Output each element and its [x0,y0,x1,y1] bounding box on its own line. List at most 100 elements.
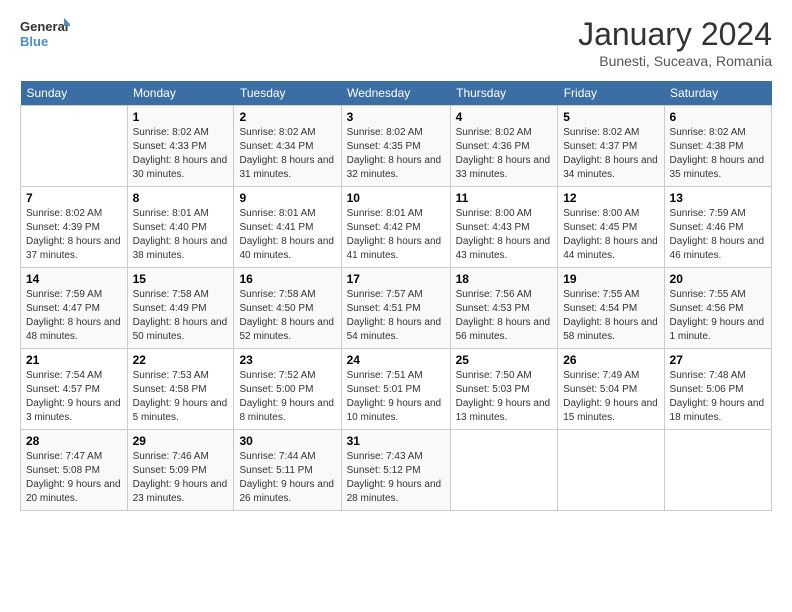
calendar-cell: 3 Sunrise: 8:02 AM Sunset: 4:35 PM Dayli… [341,106,450,187]
calendar-cell: 7 Sunrise: 8:02 AM Sunset: 4:39 PM Dayli… [21,187,128,268]
sunrise-text: Sunrise: 8:00 AM [563,207,658,221]
cell-content: Sunrise: 7:44 AM Sunset: 5:11 PM Dayligh… [239,450,335,506]
calendar-cell: 28 Sunrise: 7:47 AM Sunset: 5:08 PM Dayl… [21,430,128,511]
cell-content: Sunrise: 8:01 AM Sunset: 4:41 PM Dayligh… [239,207,335,263]
sunrise-text: Sunrise: 7:58 AM [239,288,335,302]
day-number: 23 [239,353,335,367]
day-number: 19 [563,272,658,286]
cell-content: Sunrise: 7:49 AM Sunset: 5:04 PM Dayligh… [563,369,658,425]
daylight-text: Daylight: 8 hours and 34 minutes. [563,154,658,182]
daylight-text: Daylight: 9 hours and 26 minutes. [239,478,335,506]
day-number: 10 [347,191,445,205]
cell-content: Sunrise: 7:59 AM Sunset: 4:46 PM Dayligh… [670,207,766,263]
daylight-text: Daylight: 8 hours and 35 minutes. [670,154,766,182]
cell-content: Sunrise: 8:02 AM Sunset: 4:38 PM Dayligh… [670,126,766,182]
cell-content: Sunrise: 7:55 AM Sunset: 4:54 PM Dayligh… [563,288,658,344]
day-number: 6 [670,110,766,124]
calendar-cell: 31 Sunrise: 7:43 AM Sunset: 5:12 PM Dayl… [341,430,450,511]
calendar-cell: 9 Sunrise: 8:01 AM Sunset: 4:41 PM Dayli… [234,187,341,268]
sunrise-text: Sunrise: 8:01 AM [347,207,445,221]
cell-content: Sunrise: 7:58 AM Sunset: 4:49 PM Dayligh… [133,288,229,344]
daylight-text: Daylight: 9 hours and 1 minute. [670,316,766,344]
cell-content: Sunrise: 8:02 AM Sunset: 4:37 PM Dayligh… [563,126,658,182]
header-thursday: Thursday [450,81,558,106]
calendar-cell [21,106,128,187]
cell-content: Sunrise: 8:01 AM Sunset: 4:42 PM Dayligh… [347,207,445,263]
svg-text:General: General [20,19,68,34]
daylight-text: Daylight: 9 hours and 20 minutes. [26,478,122,506]
daylight-text: Daylight: 9 hours and 28 minutes. [347,478,445,506]
cell-content: Sunrise: 7:53 AM Sunset: 4:58 PM Dayligh… [133,369,229,425]
calendar-cell: 20 Sunrise: 7:55 AM Sunset: 4:56 PM Dayl… [664,268,771,349]
svg-text:Blue: Blue [20,34,48,49]
day-number: 31 [347,434,445,448]
cell-content: Sunrise: 7:47 AM Sunset: 5:08 PM Dayligh… [26,450,122,506]
sunset-text: Sunset: 4:51 PM [347,302,445,316]
daylight-text: Daylight: 8 hours and 41 minutes. [347,235,445,263]
day-number: 7 [26,191,122,205]
sunset-text: Sunset: 4:36 PM [456,140,553,154]
calendar-cell: 23 Sunrise: 7:52 AM Sunset: 5:00 PM Dayl… [234,349,341,430]
sunrise-text: Sunrise: 7:55 AM [563,288,658,302]
location-subtitle: Bunesti, Suceava, Romania [578,53,772,69]
day-number: 16 [239,272,335,286]
calendar-cell: 14 Sunrise: 7:59 AM Sunset: 4:47 PM Dayl… [21,268,128,349]
sunset-text: Sunset: 5:12 PM [347,464,445,478]
sunrise-text: Sunrise: 8:02 AM [563,126,658,140]
header-friday: Friday [558,81,664,106]
sunset-text: Sunset: 4:53 PM [456,302,553,316]
daylight-text: Daylight: 9 hours and 8 minutes. [239,397,335,425]
calendar-cell: 24 Sunrise: 7:51 AM Sunset: 5:01 PM Dayl… [341,349,450,430]
cell-content: Sunrise: 8:02 AM Sunset: 4:36 PM Dayligh… [456,126,553,182]
sunrise-text: Sunrise: 7:56 AM [456,288,553,302]
sunset-text: Sunset: 4:42 PM [347,221,445,235]
sunrise-text: Sunrise: 8:02 AM [456,126,553,140]
daylight-text: Daylight: 8 hours and 38 minutes. [133,235,229,263]
sunset-text: Sunset: 5:03 PM [456,383,553,397]
calendar-cell: 8 Sunrise: 8:01 AM Sunset: 4:40 PM Dayli… [127,187,234,268]
calendar-cell [450,430,558,511]
cell-content: Sunrise: 7:48 AM Sunset: 5:06 PM Dayligh… [670,369,766,425]
cell-content: Sunrise: 7:54 AM Sunset: 4:57 PM Dayligh… [26,369,122,425]
sunset-text: Sunset: 4:38 PM [670,140,766,154]
calendar-cell: 13 Sunrise: 7:59 AM Sunset: 4:46 PM Dayl… [664,187,771,268]
sunset-text: Sunset: 4:46 PM [670,221,766,235]
sunrise-text: Sunrise: 8:02 AM [239,126,335,140]
calendar-cell: 1 Sunrise: 8:02 AM Sunset: 4:33 PM Dayli… [127,106,234,187]
sunrise-text: Sunrise: 7:50 AM [456,369,553,383]
sunset-text: Sunset: 5:04 PM [563,383,658,397]
sunrise-text: Sunrise: 7:55 AM [670,288,766,302]
header-saturday: Saturday [664,81,771,106]
day-number: 21 [26,353,122,367]
day-number: 27 [670,353,766,367]
header-monday: Monday [127,81,234,106]
daylight-text: Daylight: 8 hours and 58 minutes. [563,316,658,344]
sunrise-text: Sunrise: 8:02 AM [26,207,122,221]
title-block: January 2024 Bunesti, Suceava, Romania [578,16,772,69]
sunset-text: Sunset: 5:06 PM [670,383,766,397]
calendar-cell: 6 Sunrise: 8:02 AM Sunset: 4:38 PM Dayli… [664,106,771,187]
sunset-text: Sunset: 5:11 PM [239,464,335,478]
day-number: 30 [239,434,335,448]
header-sunday: Sunday [21,81,128,106]
sunset-text: Sunset: 4:57 PM [26,383,122,397]
sunrise-text: Sunrise: 7:59 AM [26,288,122,302]
day-number: 11 [456,191,553,205]
cell-content: Sunrise: 8:02 AM Sunset: 4:39 PM Dayligh… [26,207,122,263]
calendar-table: Sunday Monday Tuesday Wednesday Thursday… [20,81,772,511]
sunrise-text: Sunrise: 7:59 AM [670,207,766,221]
day-number: 18 [456,272,553,286]
day-number: 25 [456,353,553,367]
sunset-text: Sunset: 4:35 PM [347,140,445,154]
day-number: 22 [133,353,229,367]
cell-content: Sunrise: 7:43 AM Sunset: 5:12 PM Dayligh… [347,450,445,506]
calendar-cell: 5 Sunrise: 8:02 AM Sunset: 4:37 PM Dayli… [558,106,664,187]
day-number: 29 [133,434,229,448]
daylight-text: Daylight: 9 hours and 15 minutes. [563,397,658,425]
day-number: 9 [239,191,335,205]
sunrise-text: Sunrise: 7:57 AM [347,288,445,302]
day-number: 26 [563,353,658,367]
daylight-text: Daylight: 9 hours and 23 minutes. [133,478,229,506]
calendar-week-row: 1 Sunrise: 8:02 AM Sunset: 4:33 PM Dayli… [21,106,772,187]
daylight-text: Daylight: 8 hours and 48 minutes. [26,316,122,344]
